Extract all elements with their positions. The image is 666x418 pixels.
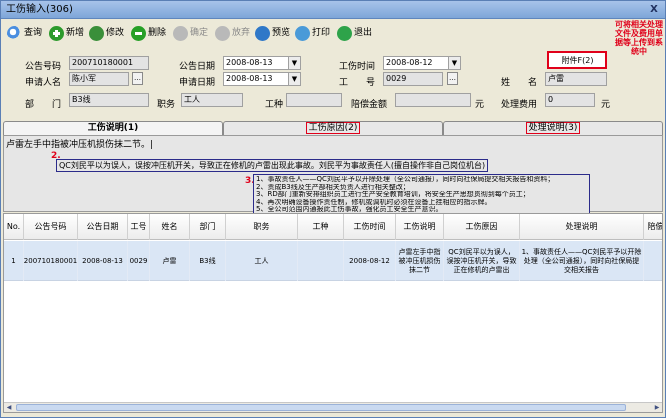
col-no[interactable]: No. [4,214,24,240]
dept-field[interactable]: B3线 [69,93,149,107]
doc-no-field[interactable]: 200710180001 [69,56,149,70]
toolbar: 查询 新增 修改 删除 确定 放弃 预览 打印 退出 [1,20,665,46]
cell-no: 1 [4,241,24,281]
grid-header: No. 公告号码 公告日期 工号 姓名 部门 职务 工种 工伤时间 工伤说明 工… [4,214,663,240]
cell-doc-date: 2008-08-13 [78,241,128,281]
name-field[interactable]: 卢雷 [545,72,607,86]
col-name[interactable]: 姓名 [150,214,190,240]
search-icon [7,25,22,41]
tab-injury-cause[interactable]: 工伤原因(2) [223,121,443,135]
confirm-icon [173,25,188,41]
handling-fee-label: 处理费用 [501,100,538,110]
applicant-field[interactable]: 陈小军 [69,72,129,86]
cell-type [298,241,344,281]
compensation-field[interactable] [395,93,471,107]
col-dept[interactable]: 部门 [190,214,226,240]
edit-icon [89,25,104,41]
tab-injury-description[interactable]: 工伤说明(1) [3,121,223,135]
compensation-label: 陪偿金额 [351,100,388,110]
upload-hint: 可将相关处理文件及费用单据等上传到系统中 [615,20,663,56]
tab-handling-description[interactable]: 处理说明(3) [443,121,663,135]
delete-icon [131,25,146,41]
doc-date-picker[interactable]: 2008-08-13 ▼ [223,56,301,70]
scroll-thumb[interactable] [16,404,626,411]
title-bar: 工伤输入(306) X [1,1,665,19]
table-row[interactable]: 1 200710180001 2008-08-13 0029 卢雷 B3线 工人… [4,241,662,281]
attachment-highlight: 附件F(2) [547,51,607,69]
applicant-label: 申请人名 [25,78,62,88]
cell-injury-time: 2008-08-12 [344,241,396,281]
injury-input-window: 工伤输入(306) X 查询 新增 修改 删除 确定 放弃 预览 打印 退出 可… [0,0,666,418]
col-position[interactable]: 职务 [226,214,298,240]
preview-icon [255,25,270,41]
cancel-icon [215,25,230,41]
doc-date-label: 公告日期 [179,62,216,72]
edit-button[interactable]: 修改 [89,23,124,43]
exit-icon [337,25,352,41]
cell-handling: 1、事故责任人——QC刘民平予以开除处理（全公司通报），同时向社保局提交相关报告 [520,241,644,281]
close-button[interactable]: X [647,3,661,16]
chevron-down-icon: ▼ [288,73,300,85]
cancel-button[interactable]: 放弃 [215,23,250,43]
print-icon [295,25,310,41]
handling-fee-field[interactable]: 0 [545,93,595,107]
cell-emp-no: 0029 [128,241,150,281]
cell-position: 工人 [226,241,298,281]
scroll-left-icon[interactable]: ◀ [4,403,14,412]
chevron-down-icon: ▼ [448,57,460,69]
handling-note: 1、事故责任人——QC刘民平予以开除处理（全公司通报），同时向社保局提交相关报告… [253,174,590,216]
injury-cause-note: QC刘民平以为误人，误按冲压机开关，导致正在修机的卢雷出现此事故。刘民平为事故责… [56,159,489,172]
col-injury-time[interactable]: 工伤时间 [344,214,396,240]
position-field[interactable]: 工人 [181,93,243,107]
name-label: 姓 名 [501,78,538,88]
injury-type-label: 工种 [265,100,284,110]
attachment-button[interactable]: 附件F(2) [552,55,603,66]
currency-unit-1: 元 [475,100,485,110]
injury-time-label: 工伤时间 [339,62,376,72]
window-title: 工伤输入(306) [6,4,73,15]
injury-type-field[interactable] [286,93,342,107]
col-compensation[interactable]: 陪偿 [644,214,663,240]
chevron-down-icon: ▼ [288,57,300,69]
col-cause[interactable]: 工伤原因 [444,214,520,240]
injury-description-text: 卢雷左手中指被冲压机损伤抹二节。| [6,140,154,150]
emp-no-field[interactable]: 0029 [383,72,443,86]
records-grid: No. 公告号码 公告日期 工号 姓名 部门 职务 工种 工伤时间 工伤说明 工… [3,213,663,413]
preview-button[interactable]: 预览 [255,23,290,43]
horizontal-scrollbar[interactable]: ◀ ▶ [4,402,662,412]
print-button[interactable]: 打印 [295,23,330,43]
emp-no-label: 工 号 [339,78,376,88]
apply-date-picker[interactable]: 2008-08-13 ▼ [223,72,301,86]
col-emp-no[interactable]: 工号 [128,214,150,240]
exit-button[interactable]: 退出 [337,23,372,43]
delete-button[interactable]: 删除 [131,23,166,43]
cell-description: 卢雷左手中指被冲压机损伤抹二节 [396,241,444,281]
detail-tabs: 工伤说明(1) 工伤原因(2) 处理说明(3) [3,121,663,135]
applicant-lookup-button[interactable]: … [132,72,143,85]
injury-time-picker[interactable]: 2008-08-12 ▼ [383,56,461,70]
emp-lookup-button[interactable]: … [447,72,458,85]
dept-label: 部 门 [25,100,62,110]
search-button[interactable]: 查询 [7,23,42,43]
col-handling[interactable]: 处理说明 [520,214,644,240]
cell-doc-no: 200710180001 [24,241,78,281]
doc-no-label: 公告号码 [25,62,62,72]
cell-cause: QC刘民平以为误人，误按冲压机开关，导致正在修机的卢雷出 [444,241,520,281]
currency-unit-2: 元 [601,100,611,110]
cell-name: 卢雷 [150,241,190,281]
add-button[interactable]: 新增 [49,23,84,43]
confirm-button[interactable]: 确定 [173,23,208,43]
col-doc-no[interactable]: 公告号码 [24,214,78,240]
col-type[interactable]: 工种 [298,214,344,240]
cell-dept: B3线 [190,241,226,281]
add-icon [49,25,64,41]
apply-date-label: 申请日期 [179,78,216,88]
col-description[interactable]: 工伤说明 [396,214,444,240]
col-doc-date[interactable]: 公告日期 [78,214,128,240]
scroll-right-icon[interactable]: ▶ [652,403,662,412]
position-label: 职务 [157,100,176,110]
